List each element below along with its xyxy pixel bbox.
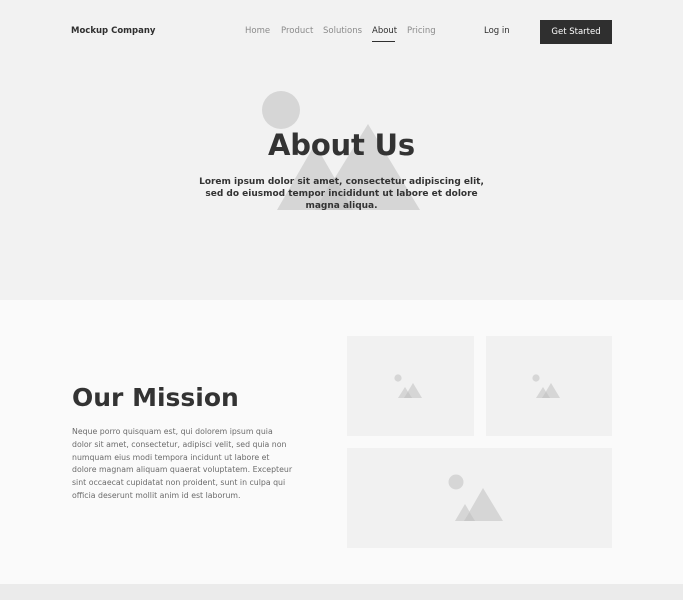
nav-home[interactable]: Home (245, 26, 270, 36)
page: Mockup Company Home Product Solutions Ab… (0, 0, 683, 600)
get-started-button[interactable]: Get Started (540, 20, 612, 44)
active-nav-indicator (372, 41, 395, 43)
image-placeholder-icon (394, 374, 422, 398)
mission-text: Neque porro quisquam est, qui dolorem ip… (72, 427, 293, 500)
nav-about[interactable]: About (372, 26, 397, 36)
footer-strip (0, 584, 683, 600)
nav-product[interactable]: Product (281, 26, 313, 36)
image-placeholder (347, 336, 474, 436)
mission-section: Our Mission Neque porro quisquam est, qu… (0, 300, 683, 584)
mission-heading: Our Mission (72, 383, 239, 412)
image-placeholder-icon (448, 474, 503, 521)
nav-solutions[interactable]: Solutions (323, 26, 362, 36)
page-title: About Us (268, 128, 415, 162)
nav-pricing[interactable]: Pricing (407, 26, 436, 36)
image-placeholder (486, 336, 612, 436)
login-link[interactable]: Log in (484, 26, 510, 36)
site-header: Mockup Company Home Product Solutions Ab… (0, 0, 683, 64)
hero-subtitle: Lorem ipsum dolor sit amet, consectetur … (199, 177, 484, 211)
image-placeholder-icon (532, 374, 560, 398)
image-placeholder (347, 448, 612, 548)
